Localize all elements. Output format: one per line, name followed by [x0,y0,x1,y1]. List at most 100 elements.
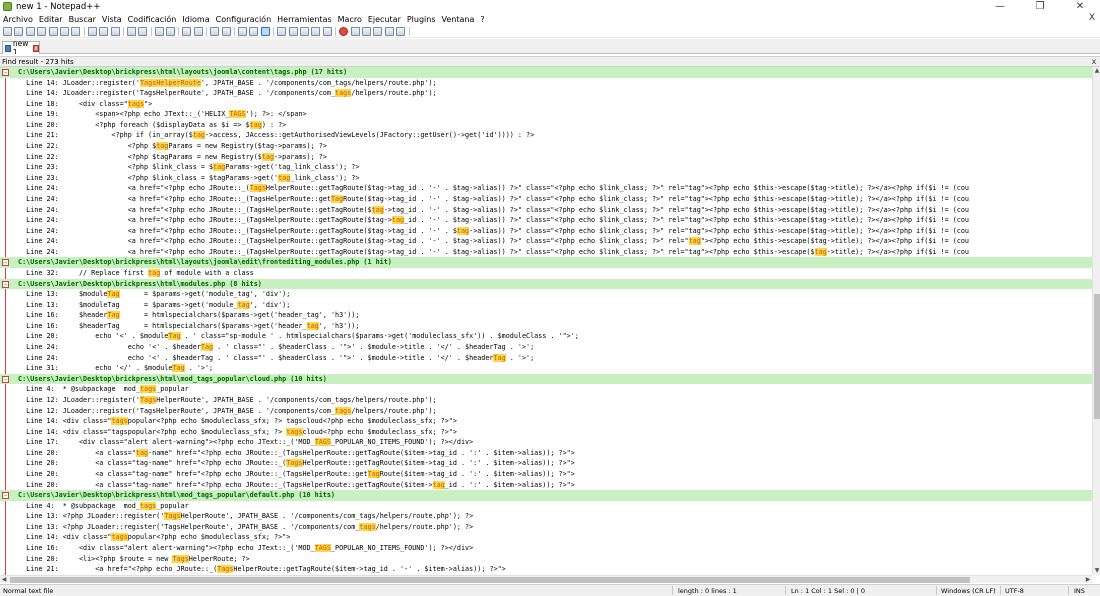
result-hit-line[interactable]: Line 24: <a href="<?php echo JRoute::_(T… [0,193,1092,205]
result-file-header[interactable]: − C:\Users\Javier\Desktop\brickpress\html… [0,257,1092,268]
result-hit-line[interactable]: Line 23: <?php $link_class = $tagParams-… [0,162,1092,173]
result-hit-line[interactable]: Line 14: <div class="tagspopular<?php ec… [0,532,1092,544]
save-all-icon[interactable] [37,26,47,36]
result-hit-line[interactable]: Line 4: * @subpackage mod_tags_popular [0,384,1092,395]
menu-herramientas[interactable]: Herramientas [277,15,332,24]
cut-icon[interactable] [87,26,97,36]
menu-macro[interactable]: Macro [338,15,362,24]
folder-workspace-icon[interactable] [311,26,321,36]
tab-close-icon[interactable]: x [33,44,39,52]
indent-guide-icon[interactable] [260,26,270,36]
redo-icon[interactable] [138,26,148,36]
fold-toggle-icon[interactable]: − [2,69,9,76]
result-file-header[interactable]: − C:\Users\Javier\Desktop\brickpress\html… [0,278,1092,290]
fold-toggle-icon[interactable]: − [2,280,9,288]
result-hit-line[interactable]: Line 21: <a href="<?php echo JRoute::_(T… [0,564,1092,575]
result-hit-line[interactable]: Line 13: <?php JLoader::register('TagsHe… [0,511,1092,522]
menu-ejecutar[interactable]: Ejecutar [368,15,401,24]
close-button[interactable]: ✕ [1060,0,1100,13]
menu-buscar[interactable]: Buscar [69,15,96,24]
find-panel-close-icon[interactable]: x [1088,57,1100,66]
sync-v-icon[interactable] [210,26,220,36]
save-macro-icon[interactable] [384,26,394,36]
result-hit-line[interactable]: Line 22: <?php $tagParams = new Registry… [0,141,1092,152]
print-icon[interactable] [71,26,81,36]
result-hit-line[interactable]: Line 20: <?php foreach ($displayData as … [0,119,1092,131]
result-file-header[interactable]: − C:\Users\Javier\Desktop\brickpress\html… [0,373,1092,385]
stop-icon[interactable] [350,26,360,36]
play-multi-icon[interactable] [373,26,383,36]
menu-plugins[interactable]: Plugins [407,15,436,24]
horizontal-scroll-thumb[interactable] [10,577,970,583]
undo-icon[interactable] [126,26,136,36]
menu-editar[interactable]: Editar [39,15,63,24]
result-hit-line[interactable]: Line 24: <a href="<?php echo JRoute::_(T… [0,204,1092,216]
maximize-button[interactable]: ❐ [1020,0,1060,13]
result-hit-line[interactable]: Line 14: JLoader::register('TagsHelperRo… [0,88,1092,99]
vertical-scrollbar[interactable]: ▲ ▼ [1092,67,1100,575]
menu-vista[interactable]: Vista [102,15,122,24]
result-hit-line[interactable]: Line 13: $moduleTag = $params->get('modu… [0,299,1092,311]
result-hit-line[interactable]: Line 16: $headerTag = htmlspecialchars($… [0,320,1092,332]
result-hit-line[interactable]: Line 12: JLoader::register('TagsHelperRo… [0,405,1092,417]
result-file-header[interactable]: − C:\Users\Javier\Desktop\brickpress\html… [0,67,1092,78]
result-file-header[interactable]: − C:\Users\Javier\Desktop\brickpress\html… [0,490,1092,501]
wrap-icon[interactable] [238,26,248,36]
new-file-icon[interactable] [3,26,12,36]
result-hit-line[interactable]: Line 20: <a class="tag-name" href="<?php… [0,479,1092,491]
result-hit-line[interactable]: Line 14: <div class="tagspopular<?php ec… [0,426,1092,438]
run-icon[interactable] [396,26,406,36]
result-hit-line[interactable]: Line 16: $headerTag = htmlspecialchars($… [0,310,1092,321]
result-hit-line[interactable]: Line 18: <div class="tags"> [0,98,1092,110]
menu-ventana[interactable]: Ventana [442,15,475,24]
result-hit-line[interactable]: Line 12: JLoader::register('TagsHelperRo… [0,394,1092,406]
result-hit-line[interactable]: Line 16: <div class="alert alert-warning… [0,543,1092,554]
result-hit-line[interactable]: Line 20: <li><?php $route = new TagsHelp… [0,553,1092,565]
scroll-up-icon[interactable]: ▲ [1093,67,1100,75]
result-hit-line[interactable]: Line 21: <?php if (in_array($tag->access… [0,130,1092,142]
menu-codificacion[interactable]: Codificación [128,15,177,24]
result-hit-line[interactable]: Line 14: JLoader::register('TagsHelperRo… [0,77,1092,89]
copy-icon[interactable] [99,26,109,36]
result-hit-line[interactable]: Line 14: <div class="tagspopular<?php ec… [0,416,1092,427]
close-icon[interactable] [48,26,58,36]
vertical-scroll-thumb[interactable] [1094,294,1100,419]
menu-help[interactable]: ? [480,15,484,24]
result-hit-line[interactable]: Line 19: <span><?php echo JText::_('HELI… [0,109,1092,120]
scroll-left-icon[interactable]: ◀ [0,576,8,584]
user-lang-icon[interactable] [277,26,287,36]
fold-toggle-icon[interactable]: − [2,259,9,267]
result-hit-line[interactable]: Line 24: <a href="<?php echo JRoute::_(T… [0,225,1092,237]
close-document-button[interactable]: X [1089,13,1095,23]
find-icon[interactable] [154,26,164,36]
scroll-right-icon[interactable]: ▶ [1084,576,1092,584]
result-hit-line[interactable]: Line 20: <a class="tag-name" href="<?php… [0,447,1092,459]
zoom-out-icon[interactable] [193,26,203,36]
paste-icon[interactable] [110,26,120,36]
result-hit-line[interactable]: Line 32: // Replace first tag of module … [0,267,1092,279]
result-hit-line[interactable]: Line 23: <?php $link_class = $tagParams-… [0,172,1092,184]
result-hit-line[interactable]: Line 24: echo '<' . $headerTag . ' class… [0,352,1092,364]
fold-toggle-icon[interactable]: − [2,492,9,500]
scroll-down-icon[interactable]: ▼ [1093,567,1100,575]
show-all-icon[interactable] [249,26,259,36]
result-hit-line[interactable]: Line 20: echo '<' . $moduleTag . ' class… [0,331,1092,343]
menu-idioma[interactable]: Idioma [182,15,209,24]
result-hit-line[interactable]: Line 22: <?php $tagParams = new Registry… [0,151,1092,163]
tab-new-1[interactable]: new 1 x [2,39,40,57]
open-file-icon[interactable] [14,26,24,36]
result-hit-line[interactable]: Line 31: echo '</' . $moduleTag . '>'; [0,363,1092,374]
replace-icon[interactable] [166,26,176,36]
fold-toggle-icon[interactable]: − [2,375,9,383]
menu-configuracion[interactable]: Configuración [216,15,272,24]
save-icon[interactable] [25,26,35,36]
result-hit-line[interactable]: Line 24: <a href="<?php echo JRoute::_(T… [0,246,1092,258]
function-list-icon[interactable] [299,26,309,36]
result-hit-line[interactable]: Line 20: <a class="tag-name" href="<?php… [0,458,1092,469]
result-hit-line[interactable]: Line 24: <a href="<?php echo JRoute::_(T… [0,215,1092,226]
status-encoding[interactable]: UTF-8 [1005,587,1024,595]
horizontal-scrollbar[interactable]: ◀ ▶ [0,575,1092,583]
result-hit-line[interactable]: Line 24: <a href="<?php echo JRoute::_(T… [0,236,1092,247]
result-hit-line[interactable]: Line 17: <div class="alert alert-warning… [0,437,1092,448]
minimize-button[interactable]: — [980,0,1020,13]
